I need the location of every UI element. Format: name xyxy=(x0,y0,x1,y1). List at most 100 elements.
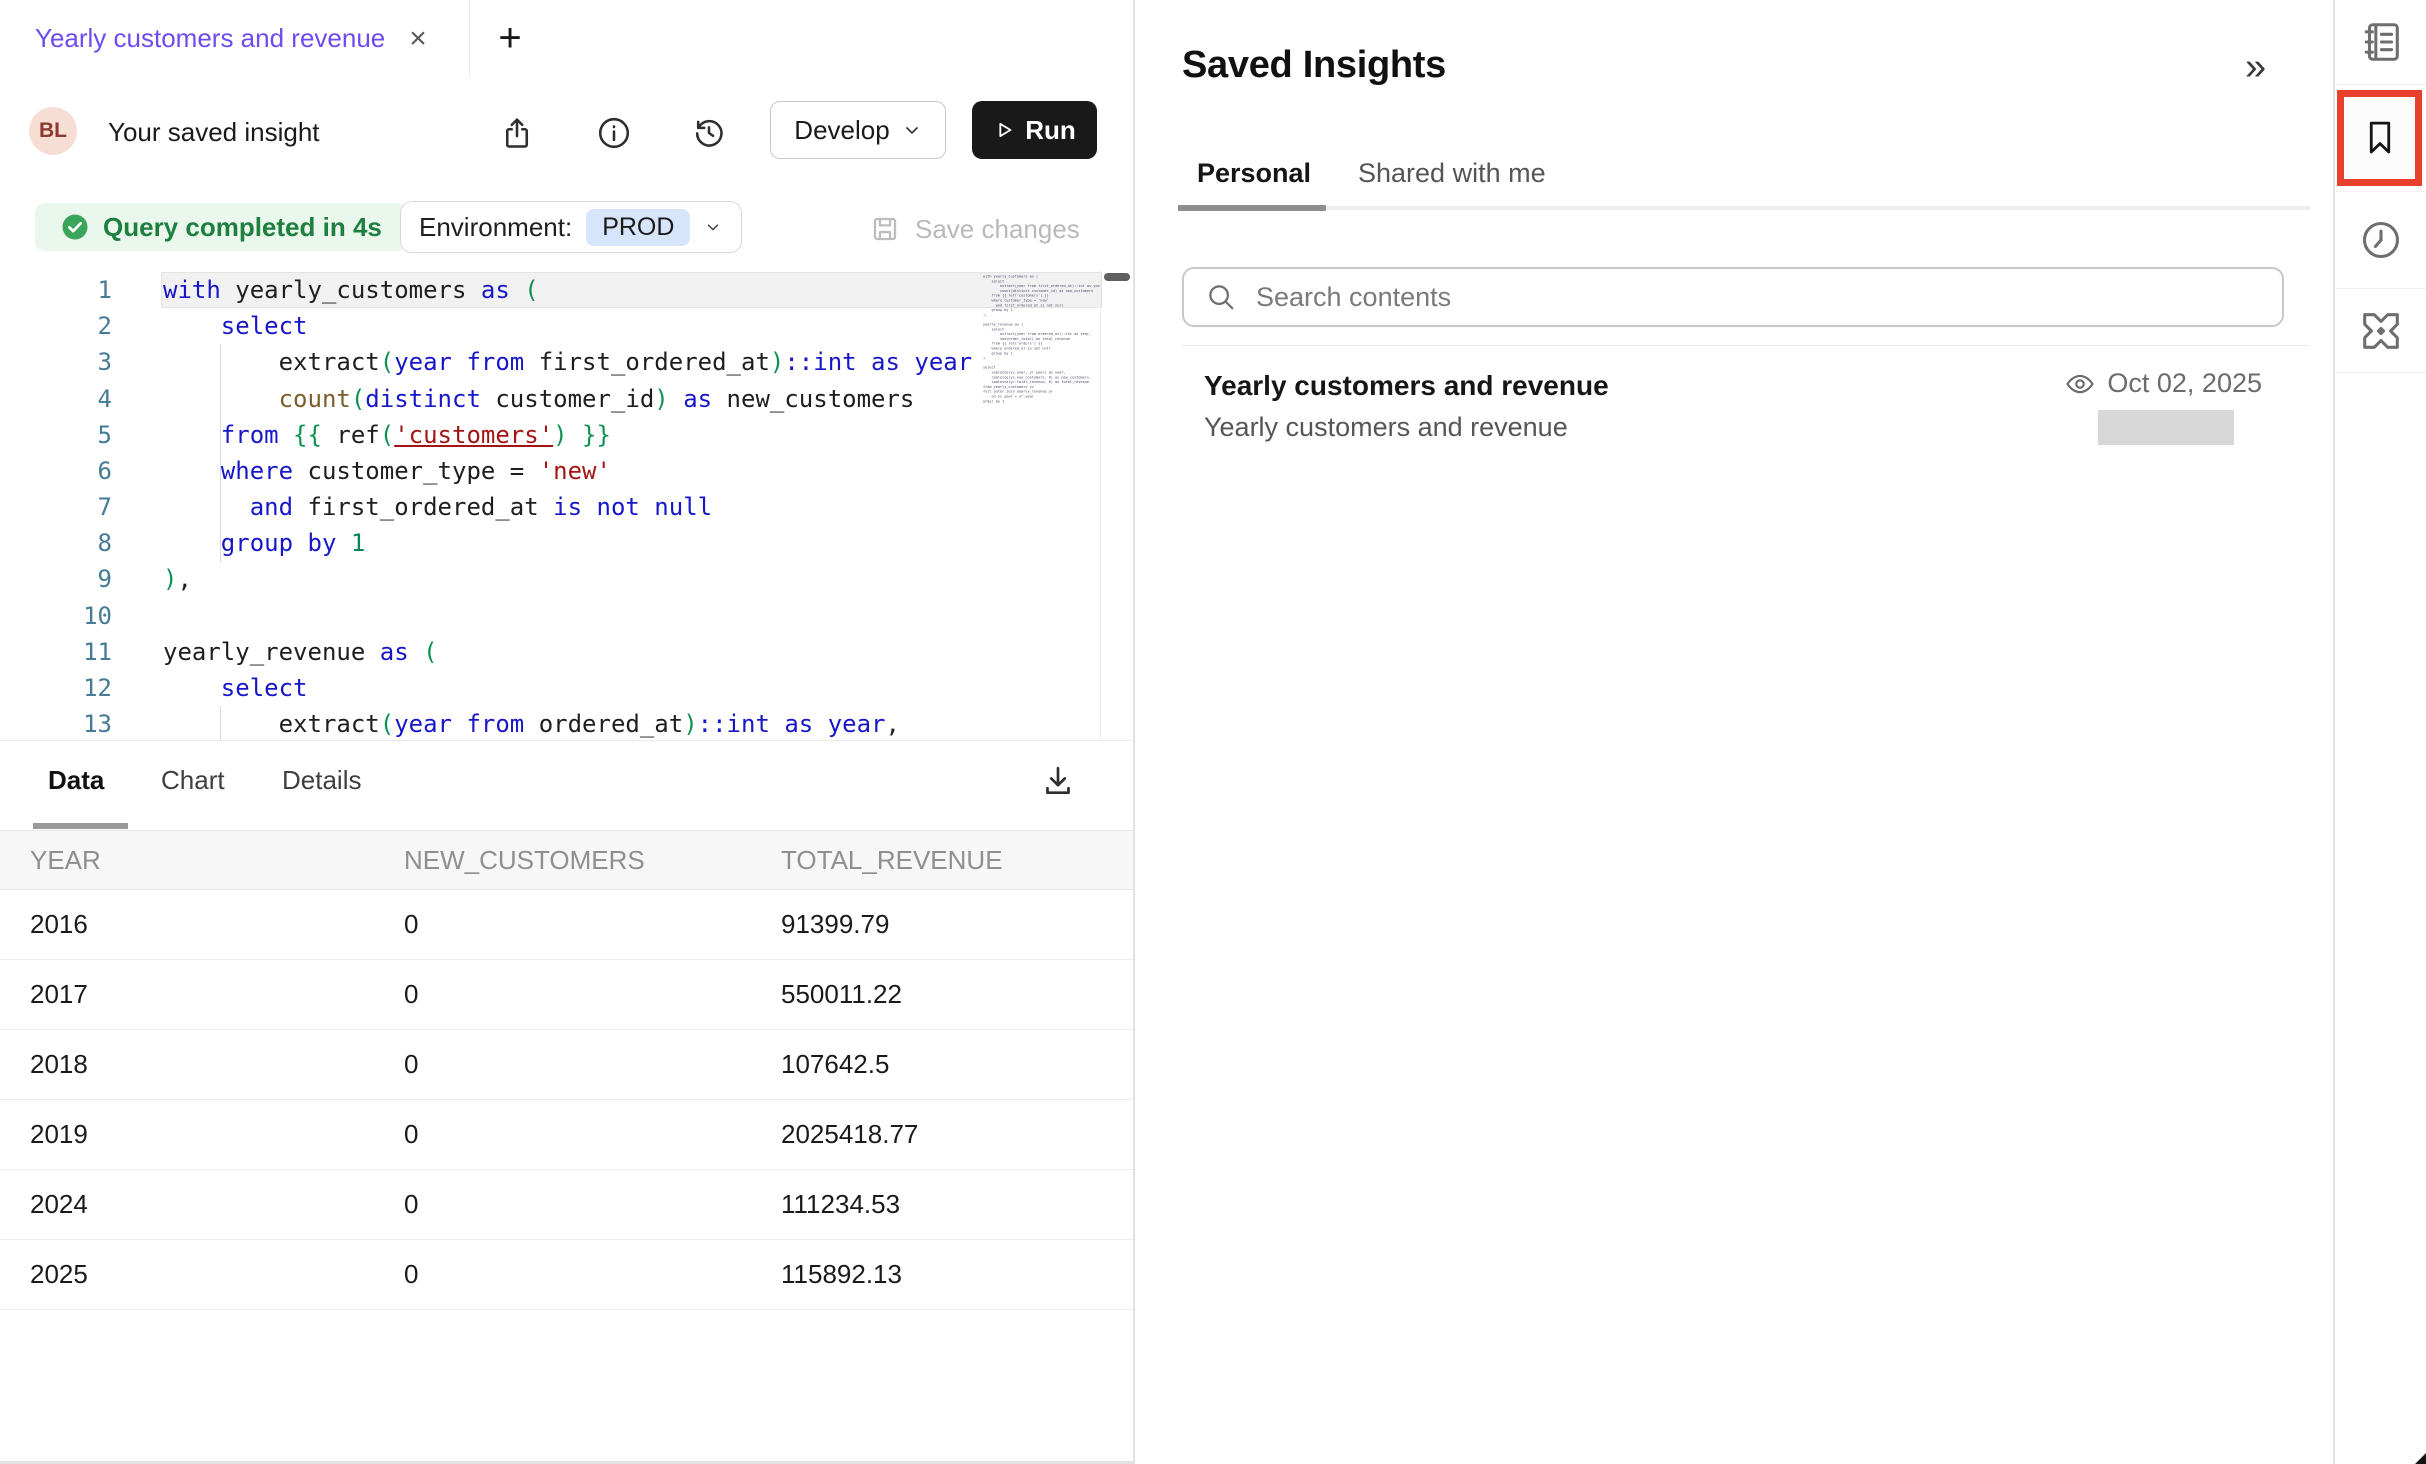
insights-list: Yearly customers and revenueYearly custo… xyxy=(1182,360,2309,460)
avatar: BL xyxy=(29,107,77,155)
tab-title: Yearly customers and revenue xyxy=(35,23,385,54)
table-cell: 0 xyxy=(404,1030,418,1099)
query-status-text: Query completed in 4s xyxy=(103,212,382,243)
table-cell: 0 xyxy=(404,890,418,959)
line-number: 7 xyxy=(0,489,112,525)
bookmark-icon[interactable] xyxy=(2337,90,2422,186)
insight-header: BL Your saved insight Develop Run xyxy=(0,77,1133,189)
line-number: 1 xyxy=(0,272,112,308)
saved-insights-panel: Saved Insights » PersonalShared with me … xyxy=(1135,0,2333,1464)
notebook-icon[interactable] xyxy=(2335,0,2426,85)
line-number: 13 xyxy=(0,706,112,740)
insight-list-item[interactable]: Yearly customers and revenueYearly custo… xyxy=(1182,360,2309,460)
table-cell: 2025 xyxy=(30,1240,88,1309)
environment-label: Environment: xyxy=(419,212,572,243)
tabs-active-indicator xyxy=(1178,205,1326,211)
table-cell: 2024 xyxy=(30,1170,88,1239)
results-tab-details[interactable]: Details xyxy=(282,765,361,796)
table-cell: 0 xyxy=(404,1170,418,1239)
download-icon[interactable] xyxy=(1040,763,1080,803)
editor-scrollbar-thumb[interactable] xyxy=(1104,273,1130,281)
play-icon xyxy=(993,119,1015,141)
active-tab-underline xyxy=(33,823,128,829)
app-window: Yearly customers and revenue × + BL Your… xyxy=(0,0,2426,1464)
insights-tab-shared-with-me[interactable]: Shared with me xyxy=(1358,158,1546,189)
line-number: 6 xyxy=(0,453,112,489)
run-label: Run xyxy=(1025,115,1076,146)
item-title: Yearly customers and revenue xyxy=(1204,370,1609,402)
code-line: 10 xyxy=(0,598,1100,634)
code-line: 7 and first_ordered_at is not null xyxy=(0,489,1100,525)
right-icon-rail xyxy=(2333,0,2426,1464)
item-placeholder-block xyxy=(2098,410,2234,445)
code-line: 9), xyxy=(0,561,1100,597)
develop-dropdown-button[interactable]: Develop xyxy=(770,101,946,159)
search-icon xyxy=(1206,282,1236,312)
line-number: 11 xyxy=(0,634,112,670)
code-line: 12 select xyxy=(0,670,1100,706)
indent-guide xyxy=(220,706,221,740)
chevron-down-icon xyxy=(902,120,922,140)
environment-dropdown[interactable]: Environment: PROD xyxy=(400,201,742,253)
table-cell: 2019 xyxy=(30,1100,88,1169)
sql-editor[interactable]: 1with yearly_customers as (2 select3 ext… xyxy=(0,270,1133,740)
panel-title: Saved Insights xyxy=(1182,44,1446,87)
environment-value-badge: PROD xyxy=(586,209,690,246)
insights-tab-personal[interactable]: Personal xyxy=(1197,158,1311,189)
run-button[interactable]: Run xyxy=(972,101,1097,159)
editor-minimap[interactable]: with yearly_customers as ( select extrac… xyxy=(983,274,1100,674)
code-line: 3 extract(year from first_ordered_at)::i… xyxy=(0,344,1100,380)
code-line: 11yearly_revenue as ( xyxy=(0,634,1100,670)
search-contents-box[interactable] xyxy=(1182,267,2284,327)
chevron-down-icon xyxy=(704,218,722,236)
save-changes-button[interactable]: Save changes xyxy=(869,188,1080,270)
screen-corner-mark xyxy=(2415,1453,2426,1464)
close-tab-icon[interactable]: × xyxy=(409,24,427,54)
search-input[interactable] xyxy=(1254,281,2260,314)
clock-icon[interactable] xyxy=(2335,192,2426,289)
list-divider xyxy=(1182,345,2309,346)
share-icon[interactable] xyxy=(497,113,537,153)
column-header: YEAR xyxy=(30,831,101,889)
line-number: 3 xyxy=(0,344,112,380)
line-number: 5 xyxy=(0,417,112,453)
table-header-row: YEARNEW_CUSTOMERSTOTAL_REVENUE xyxy=(0,830,1133,890)
results-table: YEARNEW_CUSTOMERSTOTAL_REVENUE2016091399… xyxy=(0,830,1133,1310)
table-cell: 550011.22 xyxy=(781,960,902,1029)
line-number: 9 xyxy=(0,561,112,597)
info-icon[interactable] xyxy=(594,113,634,153)
code-line: 4 count(distinct customer_id) as new_cus… xyxy=(0,381,1100,417)
develop-label: Develop xyxy=(794,115,889,146)
bookmark-rail-cell xyxy=(2335,85,2426,192)
tab-yearly-customers-and-revenue[interactable]: Yearly customers and revenue × xyxy=(0,0,470,77)
line-number: 10 xyxy=(0,598,112,634)
table-cell: 91399.79 xyxy=(781,890,889,959)
line-number: 2 xyxy=(0,308,112,344)
line-number: 8 xyxy=(0,525,112,561)
table-cell: 2016 xyxy=(30,890,88,959)
indent-guide xyxy=(220,344,221,562)
new-tab-button[interactable]: + xyxy=(478,0,542,77)
results-tab-chart[interactable]: Chart xyxy=(161,765,225,796)
item-date: Oct 02, 2025 xyxy=(2107,368,2262,399)
table-cell: 0 xyxy=(404,960,418,1029)
item-meta: Oct 02, 2025 xyxy=(2065,368,2262,399)
code-line: 1with yearly_customers as ( xyxy=(0,272,1100,308)
collapse-panel-icon[interactable]: » xyxy=(2245,48,2266,86)
code-line: 8 group by 1 xyxy=(0,525,1100,561)
code-line: 6 where customer_type = 'new' xyxy=(0,453,1100,489)
eye-icon xyxy=(2065,369,2095,399)
tabs-track xyxy=(1178,206,2310,210)
table-row: 20250115892.13 xyxy=(0,1240,1133,1310)
insight-title: Your saved insight xyxy=(108,77,320,188)
table-row: 201902025418.77 xyxy=(0,1100,1133,1170)
line-number: 4 xyxy=(0,381,112,417)
table-row: 20240111234.53 xyxy=(0,1170,1133,1240)
table-cell: 2017 xyxy=(30,960,88,1029)
results-tab-data[interactable]: Data xyxy=(48,765,104,796)
column-header: NEW_CUSTOMERS xyxy=(404,831,645,889)
history-icon[interactable] xyxy=(689,113,729,153)
code-line: 5 from {{ ref('customers') }} xyxy=(0,417,1100,453)
results-tab-bar: Data Chart Details xyxy=(0,740,1133,831)
dbt-icon[interactable] xyxy=(2335,289,2426,373)
